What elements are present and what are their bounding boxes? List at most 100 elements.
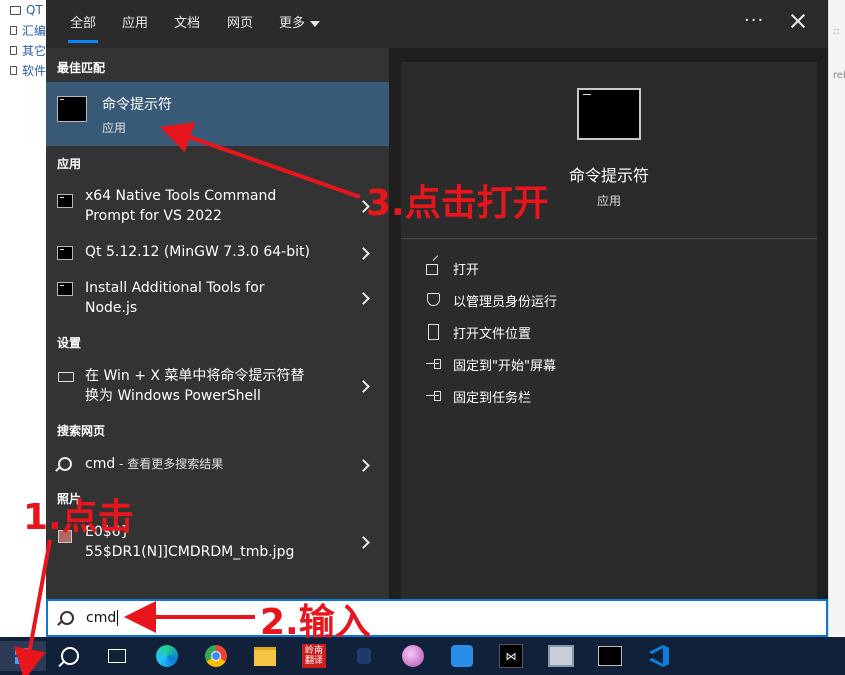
admin-shield-icon bbox=[425, 292, 441, 308]
search-box[interactable]: cmd bbox=[46, 599, 828, 637]
best-match-subtitle: 应用 bbox=[102, 121, 127, 135]
task-view-button[interactable] bbox=[94, 641, 140, 671]
taskbar-app-dark[interactable]: ⋈ bbox=[488, 641, 534, 671]
terminal-icon bbox=[598, 646, 622, 666]
taskbar-app-explorer[interactable] bbox=[242, 641, 288, 671]
action-pin-to-taskbar[interactable]: 固定到任务栏 bbox=[425, 386, 531, 406]
task-view-icon bbox=[108, 649, 126, 663]
folder-icon bbox=[10, 25, 17, 35]
app-item-qt[interactable]: Qt 5.12.12 (MinGW 7.3.0 64-bit) bbox=[46, 242, 389, 266]
edge-mark: reb bbox=[833, 70, 845, 81]
taskbar-app-bird[interactable] bbox=[439, 641, 485, 671]
app-item-label: Install Additional Tools for Node.js bbox=[85, 280, 265, 316]
more-options-button[interactable]: ··· bbox=[744, 10, 764, 31]
action-label: 打开文件位置 bbox=[453, 326, 532, 342]
app-item-label: x64 Native Tools Command Prompt for VS 2… bbox=[85, 188, 277, 224]
annotation-step2: 2.输入 bbox=[260, 602, 371, 643]
terminal-icon bbox=[57, 282, 73, 296]
results-list: 最佳匹配 命令提示符 应用 应用 x64 Native Tools Comman… bbox=[46, 48, 389, 637]
taskbar-app-edge[interactable] bbox=[144, 641, 190, 671]
tree-item-label: 汇编 bbox=[21, 23, 46, 38]
divider bbox=[401, 238, 817, 239]
orb-app-icon bbox=[402, 645, 424, 667]
bird-app-icon bbox=[451, 645, 473, 667]
terminal-icon bbox=[57, 96, 87, 122]
taskbar-app-vscode[interactable] bbox=[636, 641, 682, 671]
vscode-icon bbox=[649, 645, 669, 667]
taskbar-app-orb[interactable] bbox=[390, 641, 436, 671]
folder-icon bbox=[10, 65, 17, 75]
chevron-right-icon[interactable] bbox=[357, 380, 370, 393]
chevron-right-icon[interactable] bbox=[357, 536, 370, 549]
annotation-step3: 3.点击打开 bbox=[366, 183, 549, 224]
tree-item[interactable]: 软件 bbox=[0, 60, 46, 80]
taskbar-app-monitor[interactable] bbox=[538, 641, 584, 671]
action-open[interactable]: 打开 bbox=[425, 258, 479, 278]
settings-item-label: 在 Win + X 菜单中将命令提示符替 换为 Windows PowerShe… bbox=[85, 368, 305, 404]
tree-item[interactable]: 其它 bbox=[0, 40, 46, 60]
seal-app-icon: 岭南翻译 bbox=[302, 644, 326, 668]
pin-icon bbox=[425, 388, 441, 404]
taskbar-app-chrome[interactable] bbox=[193, 641, 239, 671]
best-match-title: 命令提示符 bbox=[102, 97, 172, 113]
detail-pane: 命令提示符 应用 打开 以管理员身份运行 打开文件位置 固定到"开始"屏幕 固定… bbox=[401, 62, 817, 602]
search-input[interactable]: cmd bbox=[86, 610, 119, 626]
action-label: 打开 bbox=[453, 262, 480, 278]
app-item-vs-prompt[interactable]: x64 Native Tools Command Prompt for VS 2… bbox=[46, 186, 389, 228]
keyboard-icon bbox=[58, 372, 74, 382]
search-icon bbox=[61, 647, 79, 665]
start-button[interactable] bbox=[0, 641, 46, 671]
taskbar-app-seal[interactable]: 岭南翻译 bbox=[291, 641, 337, 671]
app-item-node-tools[interactable]: Install Additional Tools for Node.js bbox=[46, 278, 389, 320]
file-explorer-icon bbox=[254, 646, 276, 666]
web-search-item[interactable]: cmd - 查看更多搜索结果 bbox=[46, 454, 389, 478]
tab-all[interactable]: 全部 bbox=[67, 12, 99, 43]
taskbar: 岭南翻译 ⋈ bbox=[0, 637, 845, 675]
search-icon bbox=[60, 611, 74, 625]
tree-item-label: QT bbox=[26, 3, 43, 17]
terminal-icon bbox=[577, 88, 641, 140]
dark-app-icon: ⋈ bbox=[499, 644, 523, 668]
action-run-as-admin[interactable]: 以管理员身份运行 bbox=[425, 290, 557, 310]
action-label: 固定到任务栏 bbox=[453, 390, 532, 406]
search-tabs: 全部 应用 文档 网页 更多 ··· bbox=[46, 0, 828, 48]
tab-more-label: 更多 bbox=[279, 16, 306, 31]
chevron-right-icon[interactable] bbox=[357, 292, 370, 305]
web-search-suffix: - 查看更多搜索结果 bbox=[115, 457, 224, 471]
edge-icon bbox=[156, 645, 178, 667]
action-open-file-location[interactable]: 打开文件位置 bbox=[425, 322, 531, 342]
section-apps: 应用 bbox=[57, 157, 82, 171]
open-icon bbox=[425, 260, 441, 276]
chevron-right-icon[interactable] bbox=[357, 247, 370, 260]
tree-item[interactable]: 汇编 bbox=[0, 20, 46, 40]
web-search-label: cmd - 查看更多搜索结果 bbox=[85, 454, 223, 474]
file-tree: QT 汇编 其它 软件 bbox=[0, 0, 46, 80]
settings-item-winx[interactable]: 在 Win + X 菜单中将命令提示符替 换为 Windows PowerShe… bbox=[46, 366, 389, 408]
tree-item-label: 软件 bbox=[21, 63, 46, 78]
scroll-edge: :: reb bbox=[828, 0, 845, 637]
tab-apps[interactable]: 应用 bbox=[122, 12, 148, 31]
taskbar-app-terminal[interactable] bbox=[587, 641, 633, 671]
chevron-right-icon[interactable] bbox=[357, 459, 370, 472]
section-web: 搜索网页 bbox=[57, 424, 106, 438]
section-best-match: 最佳匹配 bbox=[57, 61, 106, 75]
tab-web[interactable]: 网页 bbox=[227, 12, 253, 31]
chevron-down-icon bbox=[310, 20, 321, 27]
action-label: 固定到"开始"屏幕 bbox=[453, 358, 556, 374]
taskbar-search-button[interactable] bbox=[47, 641, 93, 671]
section-settings: 设置 bbox=[57, 336, 82, 350]
monitor-app-icon bbox=[548, 645, 574, 667]
text-caret bbox=[117, 610, 119, 626]
tree-item[interactable]: QT bbox=[0, 0, 46, 20]
close-icon[interactable] bbox=[785, 8, 811, 34]
file-location-icon bbox=[425, 324, 441, 340]
best-match-item[interactable]: 命令提示符 应用 bbox=[46, 82, 389, 146]
tab-documents[interactable]: 文档 bbox=[174, 12, 200, 31]
action-pin-to-start[interactable]: 固定到"开始"屏幕 bbox=[425, 354, 556, 374]
search-input-value: cmd bbox=[86, 610, 117, 626]
app-item-label: Qt 5.12.12 (MinGW 7.3.0 64-bit) bbox=[85, 244, 310, 260]
tab-more[interactable]: 更多 bbox=[279, 12, 321, 31]
annotation-step1: 1.点击 bbox=[23, 497, 134, 538]
windows-start-icon bbox=[15, 648, 31, 664]
taskbar-app-cat[interactable] bbox=[341, 641, 387, 671]
